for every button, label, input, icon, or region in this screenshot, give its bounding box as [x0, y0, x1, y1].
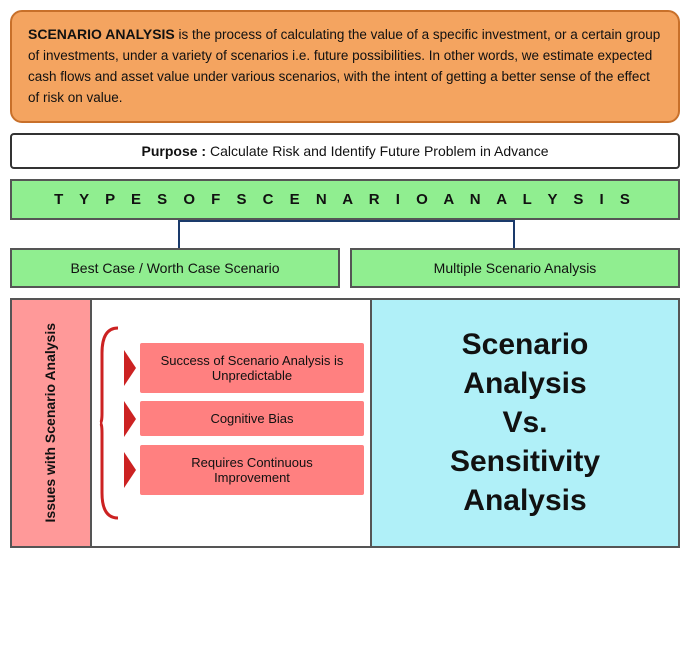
issue-item-1: Success of Scenario Analysis is Unpredic…: [124, 343, 364, 393]
issues-list: Success of Scenario Analysis is Unpredic…: [124, 343, 364, 503]
issue-item-3: Requires Continuous Improvement: [124, 445, 364, 495]
arrow-icon-2: [124, 401, 136, 437]
bottom-section: Issues with Scenario Analysis Success of…: [10, 298, 680, 548]
scenario-boxes-row: Best Case / Worth Case Scenario Multiple…: [10, 248, 680, 288]
purpose-label: Purpose :: [142, 143, 207, 159]
arrow-icon-3: [124, 452, 136, 488]
issues-column: Issues with Scenario Analysis: [12, 300, 92, 546]
purpose-text: Calculate Risk and Identify Future Probl…: [210, 143, 549, 159]
purpose-box: Purpose : Calculate Risk and Identify Fu…: [10, 133, 680, 169]
issue-box-2: Cognitive Bias: [140, 401, 364, 436]
issue-item-2: Cognitive Bias: [124, 401, 364, 437]
brace-icon: [98, 318, 120, 528]
issue-box-3: Requires Continuous Improvement: [140, 445, 364, 495]
definition-box: SCENARIO ANALYSIS is the process of calc…: [10, 10, 680, 123]
issue-box-1: Success of Scenario Analysis is Unpredic…: [140, 343, 364, 393]
scenario-box-best-case: Best Case / Worth Case Scenario: [10, 248, 340, 288]
right-cyan-text: ScenarioAnalysisVs.SensitivityAnalysis: [450, 325, 600, 520]
scenario-box-multiple: Multiple Scenario Analysis: [350, 248, 680, 288]
definition-title: SCENARIO ANALYSIS: [28, 26, 175, 42]
types-header: T Y P E S O F S C E N A R I O A N A L Y …: [10, 179, 680, 220]
right-cyan-box: ScenarioAnalysisVs.SensitivityAnalysis: [370, 300, 678, 546]
issues-label: Issues with Scenario Analysis: [41, 323, 61, 522]
arrow-icon-1: [124, 350, 136, 386]
